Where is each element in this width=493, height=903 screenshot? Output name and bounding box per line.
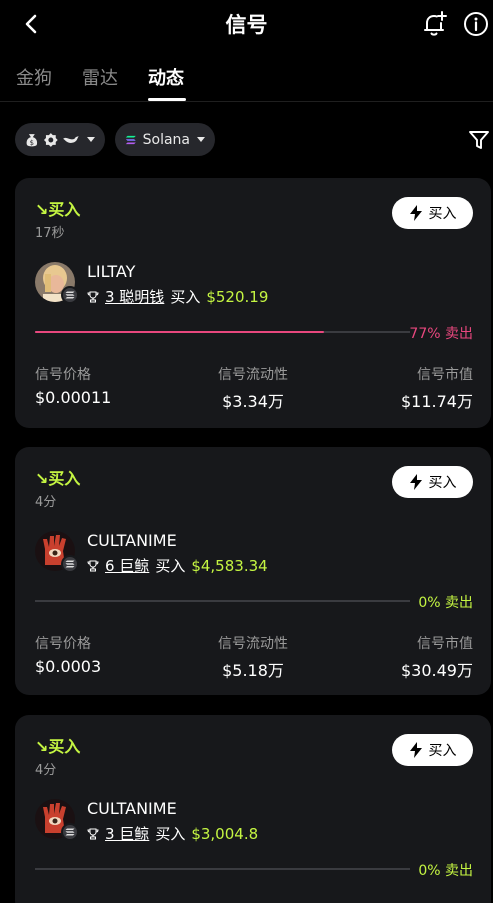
trade-amount: $3,004.8 bbox=[191, 824, 259, 843]
token-name[interactable]: CULTANIME bbox=[87, 799, 177, 818]
quick-buy-label: 买入 bbox=[428, 475, 457, 491]
trophy-icon bbox=[87, 560, 99, 571]
signal-mcap-value: $30.49万 bbox=[401, 661, 473, 680]
solana-chain-badge bbox=[61, 823, 79, 841]
signal-card[interactable]: ↘买入 4分 买入 CULTANIME 6 巨鲸 买入 $4,583.34 0%… bbox=[15, 447, 491, 695]
trophy-icon bbox=[87, 828, 99, 839]
trader-count-link[interactable]: 3 聪明钱 bbox=[105, 286, 164, 307]
solana-chain-badge bbox=[61, 555, 79, 573]
signal-mcap-value: $11.74万 bbox=[401, 392, 473, 411]
chevron-down-icon bbox=[197, 137, 205, 142]
whale-icon bbox=[63, 135, 80, 143]
badge-icon bbox=[43, 132, 58, 147]
info-icon bbox=[464, 12, 488, 36]
trade-summary: 3 聪明钱 买入 $520.19 bbox=[87, 286, 268, 307]
trade-amount: $4,583.34 bbox=[191, 556, 268, 575]
quick-buy-label: 买入 bbox=[428, 743, 457, 759]
sell-progress-bar bbox=[35, 331, 410, 333]
lightning-icon bbox=[409, 742, 422, 758]
trade-verb: 买入 bbox=[155, 557, 186, 575]
signal-time: 4分 bbox=[35, 763, 57, 778]
info-button[interactable] bbox=[462, 10, 490, 38]
tab-activity[interactable]: 动态 bbox=[148, 64, 184, 90]
sell-progress-bar bbox=[35, 600, 410, 602]
signal-time: 4分 bbox=[35, 495, 57, 510]
tab-radar[interactable]: 雷达 bbox=[82, 64, 118, 90]
tab-golden-dog[interactable]: 金狗 bbox=[16, 64, 52, 90]
trade-summary: 6 巨鲸 买入 $4,583.34 bbox=[87, 555, 268, 576]
chain-filter-label: Solana bbox=[142, 131, 190, 148]
quick-buy-button[interactable]: 买入 bbox=[392, 197, 473, 229]
header: 信号 bbox=[0, 0, 493, 48]
money-bag-icon: $ bbox=[26, 133, 38, 146]
chevron-down-icon bbox=[87, 137, 95, 142]
signal-action-label: ↘买入 bbox=[35, 469, 81, 488]
signal-mcap-label: 信号市值 bbox=[417, 367, 473, 383]
signal-time: 17秒 bbox=[35, 226, 65, 241]
active-tab-indicator bbox=[148, 98, 186, 101]
signal-card[interactable]: ↘买入 17秒 买入 LILTAY 3 聪明钱 买入 $520.19 77% 卖… bbox=[15, 178, 491, 428]
bell-plus-icon bbox=[424, 11, 447, 36]
sell-percent-label: 0% 卖出 bbox=[418, 863, 473, 879]
solana-chain-badge bbox=[61, 286, 79, 304]
trade-amount: $520.19 bbox=[206, 287, 269, 306]
signal-action-label: ↘买入 bbox=[35, 200, 81, 219]
solana-icon bbox=[65, 560, 75, 568]
tab-bar: 金狗 雷达 动态 bbox=[0, 58, 493, 102]
lightning-icon bbox=[409, 474, 422, 490]
signal-card[interactable]: ↘买入 4分 买入 CULTANIME 3 巨鲸 买入 $3,004.8 0% … bbox=[15, 715, 491, 903]
token-avatar[interactable] bbox=[35, 799, 79, 841]
solana-icon bbox=[65, 291, 75, 299]
signal-mcap-label: 信号市值 bbox=[417, 636, 473, 652]
chain-filter[interactable]: Solana bbox=[115, 123, 215, 156]
sell-percent-label: 0% 卖出 bbox=[418, 595, 473, 611]
lightning-icon bbox=[409, 205, 422, 221]
sell-percent-label: 77% 卖出 bbox=[409, 326, 473, 342]
trader-count-link[interactable]: 6 巨鲸 bbox=[105, 555, 149, 576]
sell-progress-fill bbox=[35, 331, 324, 333]
signal-type-filter[interactable]: $ bbox=[15, 123, 105, 156]
token-avatar[interactable] bbox=[35, 262, 79, 304]
solana-icon bbox=[65, 828, 75, 836]
quick-buy-button[interactable]: 买入 bbox=[392, 734, 473, 766]
sell-progress-bar bbox=[35, 868, 410, 870]
solana-icon bbox=[125, 135, 136, 144]
trade-summary: 3 巨鲸 买入 $3,004.8 bbox=[87, 823, 258, 844]
svg-text:$: $ bbox=[30, 138, 34, 146]
filter-bar: $ Solana bbox=[0, 121, 493, 157]
quick-buy-button[interactable]: 买入 bbox=[392, 466, 473, 498]
trader-count-link[interactable]: 3 巨鲸 bbox=[105, 823, 149, 844]
trade-verb: 买入 bbox=[170, 288, 201, 306]
quick-buy-label: 买入 bbox=[428, 206, 457, 222]
trophy-icon bbox=[87, 291, 99, 302]
signal-action-label: ↘买入 bbox=[35, 737, 81, 756]
add-alert-button[interactable] bbox=[420, 9, 450, 39]
token-name[interactable]: LILTAY bbox=[87, 262, 135, 281]
token-avatar[interactable] bbox=[35, 531, 79, 573]
token-name[interactable]: CULTANIME bbox=[87, 531, 177, 550]
funnel-filter-icon[interactable] bbox=[468, 129, 490, 151]
trade-verb: 买入 bbox=[155, 825, 186, 843]
